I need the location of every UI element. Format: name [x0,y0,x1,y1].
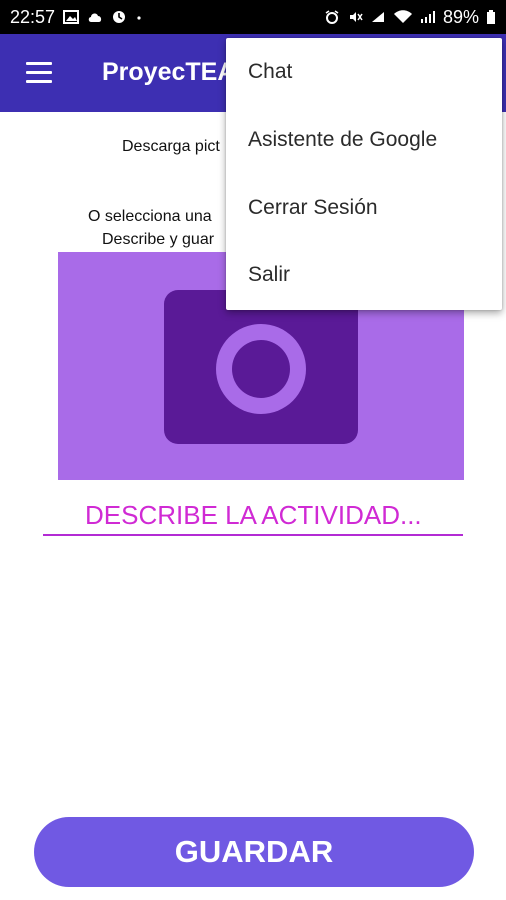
dot-icon [137,16,141,20]
image-icon [63,10,80,24]
save-button[interactable]: GUARDAR [34,817,474,887]
app-title: ProyecTEA [102,58,236,86]
menu-item-google-assistant[interactable]: Asistente de Google [226,106,502,173]
menu-item-chat[interactable]: Chat [226,38,502,105]
instruction-download: Descarga pict [122,138,220,155]
describe-activity-input[interactable] [43,496,463,536]
clock-icon [113,11,126,23]
status-bar: 22:57 89% [0,0,506,34]
overflow-menu: Chat Asistente de Google Cerrar Sesión S… [226,38,502,310]
hamburger-menu-icon[interactable] [22,56,58,90]
status-time: 22:57 [10,6,56,27]
alarm-icon [325,10,339,24]
lte-icon [371,12,384,22]
instruction-select: O selecciona una [88,208,212,225]
signal-icon [420,11,435,23]
instruction-describe: Describe y guar [102,231,215,248]
battery-icon [487,10,495,24]
battery-percent: 89% [442,6,479,27]
menu-item-logout[interactable]: Cerrar Sesión [226,174,502,241]
menu-item-exit[interactable]: Salir [226,241,502,308]
mute-icon [349,12,363,22]
wifi-icon [393,10,412,23]
cloud-icon [88,13,102,22]
